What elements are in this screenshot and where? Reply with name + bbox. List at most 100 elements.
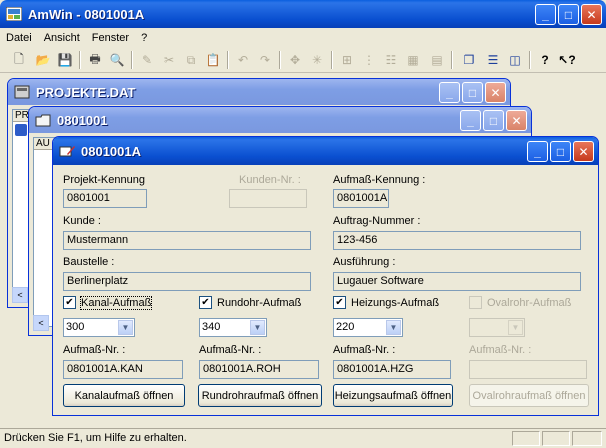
- status-panel-3: [572, 431, 602, 446]
- ovalrohr-aufmass-nr-field[interactable]: [469, 360, 587, 379]
- project-close-button[interactable]: ✕: [506, 110, 527, 131]
- tool5-icon[interactable]: ▤: [428, 51, 446, 69]
- window-detail[interactable]: 0801001A _ □ ✕ Projekt-Kennung 0801001 K…: [52, 136, 599, 416]
- tool3-icon[interactable]: ☷: [382, 51, 400, 69]
- window-detail-title-bar[interactable]: 0801001A _ □ ✕: [53, 137, 598, 165]
- context-help-icon[interactable]: ↖?: [558, 51, 576, 69]
- rundrohr-aufmass-checkbox[interactable]: ✔ Rundohr-Aufmaß: [199, 296, 301, 309]
- rundrohr-aufmass-nr-field[interactable]: 0801001A.ROH: [199, 360, 319, 379]
- ovalrohr-open-button[interactable]: Ovalrohraufmaß öffnen: [469, 384, 589, 407]
- heizung-combo[interactable]: 220 ▼: [333, 318, 403, 337]
- kanal-aufmass-checkbox[interactable]: ✔ Kanal-Aufmaß: [63, 295, 153, 310]
- status-panel-1: [512, 431, 540, 446]
- window-detail-title: 0801001A: [81, 143, 141, 159]
- detail-close-button[interactable]: ✕: [573, 141, 594, 162]
- heizung-open-button[interactable]: Heizungsaufmaß öffnen: [333, 384, 453, 407]
- split-icon[interactable]: ✳: [308, 51, 326, 69]
- projekte-close-button[interactable]: ✕: [485, 82, 506, 103]
- auftrag-nummer-field[interactable]: 123-456: [333, 231, 581, 250]
- kanal-aufmass-nr-field[interactable]: 0801001A.KAN: [63, 360, 183, 379]
- chevron-down-icon[interactable]: ▼: [386, 320, 401, 335]
- heizungs-aufmass-nr-field[interactable]: 0801001A.HZG: [333, 360, 451, 379]
- detail-minimize-button[interactable]: _: [527, 141, 548, 162]
- menu-datei[interactable]: Datei: [0, 30, 38, 46]
- tile-vertical-icon[interactable]: ◫: [506, 51, 524, 69]
- ausfuehrung-label: Ausführung :: [333, 256, 396, 268]
- window-project-title: 0801001: [57, 112, 108, 128]
- ovalrohr-combo[interactable]: ▼: [469, 318, 525, 337]
- baustelle-label: Baustelle :: [63, 256, 115, 268]
- folder-icon: [35, 114, 51, 127]
- app-close-button[interactable]: ✕: [581, 4, 602, 25]
- paste-icon[interactable]: 📋: [204, 51, 222, 69]
- projekt-kennung-field[interactable]: 0801001: [63, 189, 147, 208]
- tool2-icon[interactable]: ⋮: [360, 51, 378, 69]
- app-maximize-button[interactable]: □: [558, 4, 579, 25]
- checkmark-icon: ✔: [333, 296, 346, 309]
- projekte-minimize-button[interactable]: _: [439, 82, 460, 103]
- open-icon[interactable]: 📂: [34, 51, 52, 69]
- kunden-nr-field[interactable]: [229, 189, 307, 208]
- print-preview-icon[interactable]: 🔍: [108, 51, 126, 69]
- project-minimize-button[interactable]: _: [460, 110, 481, 131]
- projekte-maximize-button[interactable]: □: [462, 82, 483, 103]
- status-bar: Drücken Sie F1, um Hilfe zu erhalten.: [0, 428, 606, 448]
- window-project-title-bar[interactable]: 0801001 _ □ ✕: [29, 107, 531, 133]
- aufmass-kennung-field[interactable]: 0801001A: [333, 189, 389, 208]
- undo-icon[interactable]: ↶: [234, 51, 252, 69]
- ausfuehrung-field[interactable]: Lugauer Software: [333, 272, 581, 291]
- heizungs-aufmass-checkbox[interactable]: ✔ Heizungs-Aufmaß: [333, 296, 439, 309]
- kanal-combo[interactable]: 300 ▼: [63, 318, 135, 337]
- cascade-icon[interactable]: ❐: [460, 51, 478, 69]
- checkbox-empty-icon: [469, 296, 482, 309]
- tool1-icon[interactable]: ⊞: [338, 51, 356, 69]
- project-maximize-button[interactable]: □: [483, 110, 504, 131]
- heizungs-aufmass-label: Heizungs-Aufmaß: [351, 296, 440, 309]
- print-icon[interactable]: 🖶: [86, 51, 104, 69]
- tile-horizontal-icon[interactable]: ☰: [484, 51, 502, 69]
- status-panel-2: [542, 431, 570, 446]
- menu-help[interactable]: ?: [135, 30, 153, 46]
- rundrohr-open-button[interactable]: Rundrohraufmaß öffnen: [198, 384, 322, 407]
- app-icon: [6, 7, 22, 21]
- chevron-down-icon[interactable]: ▼: [118, 320, 133, 335]
- help-icon[interactable]: ?: [536, 51, 554, 69]
- ovalrohr-aufmass-checkbox[interactable]: Ovalrohr-Aufmaß: [469, 296, 571, 309]
- redo-icon[interactable]: ↷: [256, 51, 274, 69]
- rundrohr-aufmass-label: Rundohr-Aufmaß: [217, 296, 302, 309]
- kanal-aufmass-label: Kanal-Aufmaß: [79, 295, 153, 310]
- menu-ansicht[interactable]: Ansicht: [38, 30, 86, 46]
- menu-bar: Datei Ansicht Fenster ?: [0, 30, 606, 46]
- heizung-combo-value: 220: [336, 321, 355, 333]
- chevron-down-icon[interactable]: ▼: [250, 320, 265, 335]
- menu-fenster[interactable]: Fenster: [86, 30, 135, 46]
- copy-icon[interactable]: ⧉: [182, 51, 200, 69]
- heizungs-aufmass-nr-label: Aufmaß-Nr. :: [333, 344, 396, 356]
- project-scroll-left[interactable]: <: [33, 315, 49, 331]
- tool4-icon[interactable]: ▦: [404, 51, 422, 69]
- app-window: AmWin - 0801001A _ □ ✕ Datei Ansicht Fen…: [0, 0, 606, 448]
- kanal-open-button[interactable]: Kanalaufmaß öffnen: [63, 384, 185, 407]
- save-icon[interactable]: 💾: [56, 51, 74, 69]
- chevron-down-icon[interactable]: ▼: [508, 320, 523, 335]
- edit-icon[interactable]: ✎: [138, 51, 156, 69]
- detail-maximize-button[interactable]: □: [550, 141, 571, 162]
- projekt-kennung-label: Projekt-Kennung: [63, 174, 145, 186]
- app-minimize-button[interactable]: _: [535, 4, 556, 25]
- projekte-scroll-left[interactable]: <: [12, 287, 28, 303]
- kunde-label: Kunde :: [63, 215, 101, 227]
- project-row-icon: [15, 124, 27, 136]
- kunde-field[interactable]: Mustermann: [63, 231, 311, 250]
- kanal-aufmass-nr-label: Aufmaß-Nr. :: [63, 344, 126, 356]
- new-icon[interactable]: 🗋: [10, 51, 28, 69]
- kunden-nr-label: Kunden-Nr. :: [239, 174, 301, 186]
- cut-icon[interactable]: ✂: [160, 51, 178, 69]
- database-icon: [14, 85, 30, 99]
- window-projekte-title-bar[interactable]: PROJEKTE.DAT _ □ ✕: [8, 79, 510, 105]
- move-icon[interactable]: ✥: [286, 51, 304, 69]
- toolbar: 🗋 📂 💾 🖶 🔍 ✎ ✂ ⧉ 📋 ↶ ↷ ✥ ✳ ⊞ ⋮ ☷ ▦ ▤ ❐ ☰ …: [0, 47, 606, 73]
- document-edit-icon: [59, 146, 75, 157]
- app-title-bar[interactable]: AmWin - 0801001A _ □ ✕: [0, 0, 606, 28]
- rundrohr-combo[interactable]: 340 ▼: [199, 318, 267, 337]
- baustelle-field[interactable]: Berlinerplatz: [63, 272, 311, 291]
